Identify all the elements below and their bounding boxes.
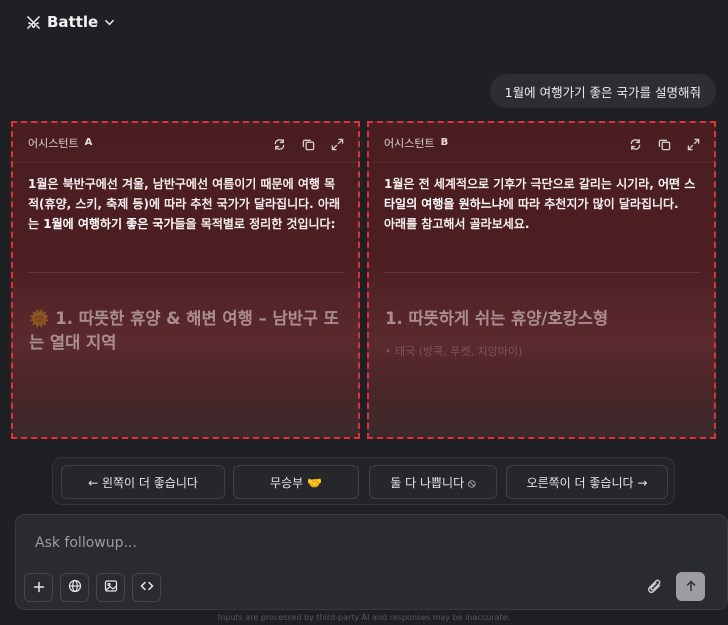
copy-icon[interactable] bbox=[658, 136, 671, 151]
attach-clip-icon[interactable] bbox=[646, 578, 664, 596]
web-search-button[interactable] bbox=[60, 573, 89, 602]
response-text-part: 1월은 전 세계적으로 기후가 극단으로 갈리는 시기라, bbox=[384, 177, 658, 191]
code-icon bbox=[139, 578, 154, 597]
panel-header: 어시스턴트 B bbox=[369, 123, 714, 163]
code-button[interactable] bbox=[132, 573, 161, 602]
followup-input[interactable]: Ask followup... bbox=[35, 535, 137, 551]
response-text-part: 아래를 참고해서 골라보세요. bbox=[384, 217, 530, 231]
panel-title-label: 어시스턴트 bbox=[384, 136, 435, 150]
left-better-button[interactable]: ← 왼쪽이 더 좋습니다 bbox=[61, 465, 225, 499]
followup-composer: Ask followup... bbox=[15, 514, 728, 610]
swords-icon bbox=[26, 15, 41, 30]
plus-icon bbox=[33, 578, 45, 597]
sun-emoji-icon: 🌞 bbox=[29, 309, 50, 328]
section-heading-text: 1. 따뜻한 휴양 & 해변 여행 – 남반구 또는 열대 지역 bbox=[29, 309, 339, 352]
response-text: 1월은 북반구에선 겨울, 남반구에선 여름이기 때문에 여행 목적(휴양, 스… bbox=[13, 163, 358, 234]
regenerate-icon[interactable] bbox=[273, 136, 286, 150]
copy-icon[interactable] bbox=[302, 136, 315, 151]
disclaimer-text: Inputs are processed by third-party AI a… bbox=[217, 613, 511, 622]
brand-label: Battle bbox=[47, 13, 99, 31]
response-text-part: 들을 목적별로 정리한 것입니다: bbox=[174, 217, 336, 231]
panel-tag: B bbox=[440, 137, 449, 148]
panel-header: 어시스턴트 A bbox=[13, 123, 358, 163]
regenerate-icon[interactable] bbox=[629, 136, 642, 150]
send-button[interactable] bbox=[676, 572, 705, 601]
image-button[interactable] bbox=[96, 573, 125, 602]
response-text-bold: 1월에 여행하기 좋은 국가 bbox=[43, 217, 175, 231]
battle-mode-dropdown[interactable]: Battle bbox=[26, 13, 115, 31]
assistant-panel-a: 어시스턴트 A 1월은 북반구에선 겨울, 남반구에선 여름이기 때문에 여행 … bbox=[11, 121, 360, 439]
add-button[interactable] bbox=[24, 573, 53, 602]
arrow-up-icon bbox=[685, 577, 697, 596]
chevron-down-icon bbox=[104, 17, 115, 28]
panel-title: 어시스턴트 A bbox=[28, 135, 92, 151]
both-bad-button[interactable]: 둘 다 나쁩니다 ⦸ bbox=[369, 465, 497, 499]
section-heading: 🌞 1. 따뜻한 휴양 & 해변 여행 – 남반구 또는 열대 지역 bbox=[13, 273, 358, 355]
faded-list-item: • 태국 (방콕, 푸켓, 치앙마이) bbox=[385, 345, 523, 358]
panel-title: 어시스턴트 B bbox=[384, 135, 448, 151]
top-bar: Battle bbox=[0, 0, 728, 44]
panel-title-label: 어시스턴트 bbox=[28, 136, 79, 150]
expand-icon[interactable] bbox=[331, 136, 344, 151]
section-heading: 1. 따뜻하게 쉬는 휴양/호캉스형 bbox=[385, 309, 609, 328]
assistant-panel-b: 어시스턴트 B 1월은 전 세계적으로 기후가 극단으로 갈리는 시기라, 어떤… bbox=[367, 121, 716, 439]
expand-icon[interactable] bbox=[687, 136, 700, 151]
response-text: 1월은 전 세계적으로 기후가 극단으로 갈리는 시기라, 어떤 스타일의 여행… bbox=[369, 163, 714, 234]
tie-button[interactable]: 무승부 🤝 bbox=[233, 465, 359, 499]
vote-bar: ← 왼쪽이 더 좋습니다 무승부 🤝 둘 다 나쁩니다 ⦸ 오른쪽이 더 좋습니… bbox=[52, 457, 675, 505]
right-better-button[interactable]: 오른쪽이 더 좋습니다 → bbox=[506, 465, 668, 499]
image-icon bbox=[104, 578, 118, 597]
response-text-part: 에 따라 추천지가 많이 달라집니다. bbox=[502, 197, 679, 211]
globe-icon bbox=[68, 578, 82, 597]
panel-tag: A bbox=[84, 137, 93, 148]
user-message-bubble: 1월에 여행가기 좋은 국가를 설명해줘 bbox=[489, 74, 716, 108]
